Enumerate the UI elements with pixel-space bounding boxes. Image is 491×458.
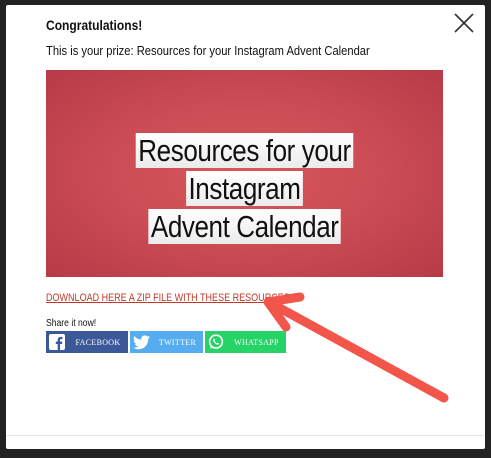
close-icon xyxy=(454,13,474,33)
banner-caption: Resources for your Instagram Advent Cale… xyxy=(46,132,443,246)
modal-title: Congratulations! xyxy=(46,17,143,33)
prize-modal: Congratulations! This is your prize: Res… xyxy=(6,5,485,449)
facebook-share-button[interactable]: FACEBOOK xyxy=(46,331,128,353)
facebook-icon xyxy=(46,331,68,353)
prize-banner-image: Resources for your Instagram Advent Cale… xyxy=(46,70,443,277)
banner-line-1: Resources for your Instagram xyxy=(135,133,354,206)
whatsapp-share-label: WHATSAPP xyxy=(234,337,279,347)
twitter-icon xyxy=(130,331,152,353)
twitter-share-label: TWITTER xyxy=(158,337,197,347)
twitter-share-button[interactable]: TWITTER xyxy=(130,331,203,353)
whatsapp-icon xyxy=(205,331,227,353)
facebook-share-label: FACEBOOK xyxy=(75,337,121,347)
close-button[interactable] xyxy=(452,11,476,35)
whatsapp-share-button[interactable]: WHATSAPP xyxy=(205,331,286,353)
banner-line-2: Advent Calendar xyxy=(148,209,341,244)
modal-footer-divider xyxy=(6,435,485,436)
share-label: Share it now! xyxy=(46,318,97,329)
download-zip-link[interactable]: DOWNLOAD HERE A ZIP FILE WITH THESE RESO… xyxy=(46,292,290,304)
prize-description: This is your prize: Resources for your I… xyxy=(46,43,370,58)
